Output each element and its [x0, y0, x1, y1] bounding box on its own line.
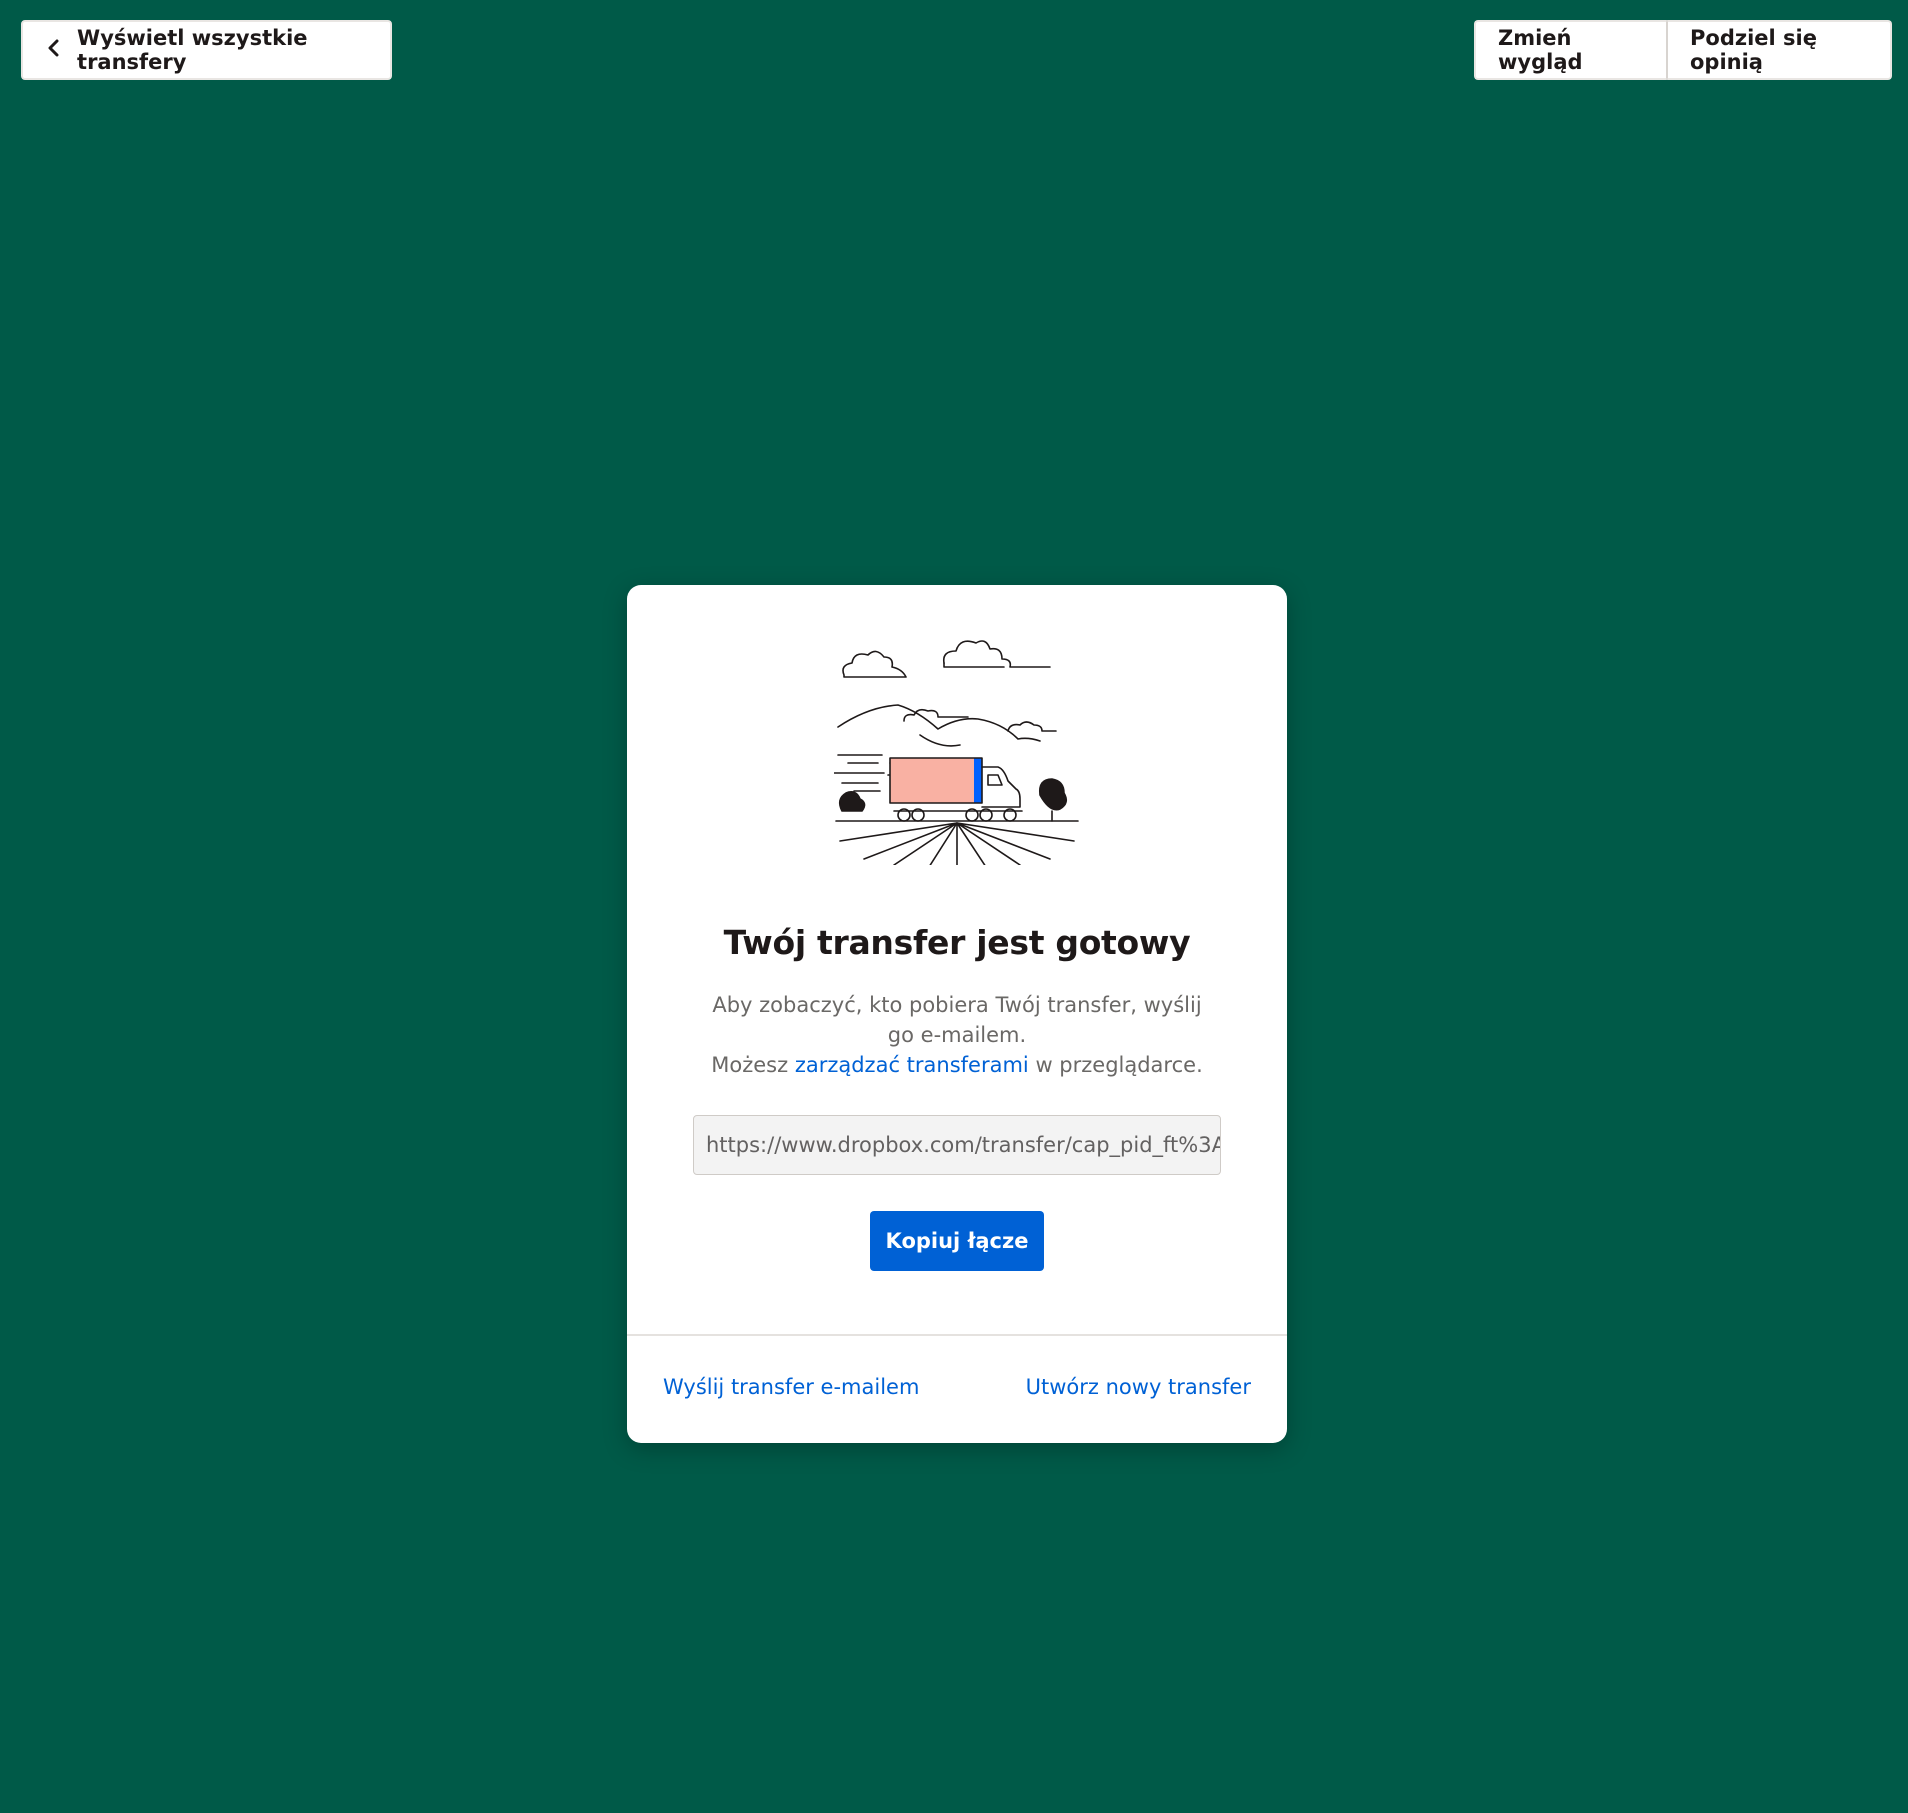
card-description: Aby zobaczyć, kto pobiera Twój transfer,…	[687, 990, 1227, 1080]
copy-link-label: Kopiuj łącze	[885, 1229, 1029, 1253]
chevron-left-icon	[47, 38, 65, 62]
view-all-transfers-label: Wyświetl wszystkie transfery	[77, 26, 308, 74]
description-prefix: Możesz	[711, 1053, 795, 1077]
header-actions: Zmień wygląd Podziel się opinią	[1474, 20, 1892, 80]
card-title: Twój transfer jest gotowy	[723, 923, 1191, 962]
feedback-label: Podziel się opinią	[1690, 26, 1817, 74]
send-email-link[interactable]: Wyślij transfer e-mailem	[663, 1375, 919, 1399]
feedback-button[interactable]: Podziel się opinią	[1667, 20, 1892, 80]
card-divider	[627, 1334, 1287, 1336]
copy-link-button[interactable]: Kopiuj łącze	[870, 1211, 1044, 1271]
manage-transfers-link[interactable]: zarządzać transferami	[795, 1053, 1029, 1077]
transfer-ready-card: Twój transfer jest gotowy Aby zobaczyć, …	[627, 585, 1287, 1443]
description-suffix: w przeglądarce.	[1028, 1053, 1203, 1077]
change-view-label: Zmień wygląd	[1498, 26, 1583, 74]
change-view-button[interactable]: Zmień wygląd	[1474, 20, 1667, 80]
transfer-url-field[interactable]: https://www.dropbox.com/transfer/cap_pid…	[693, 1115, 1221, 1175]
description-line1: Aby zobaczyć, kto pobiera Twój transfer,…	[712, 993, 1202, 1047]
view-all-transfers-button[interactable]: Wyświetl wszystkie transfery	[21, 20, 392, 80]
truck-landscape-illustration	[833, 635, 1080, 868]
create-new-transfer-link[interactable]: Utwórz nowy transfer	[1026, 1375, 1251, 1399]
